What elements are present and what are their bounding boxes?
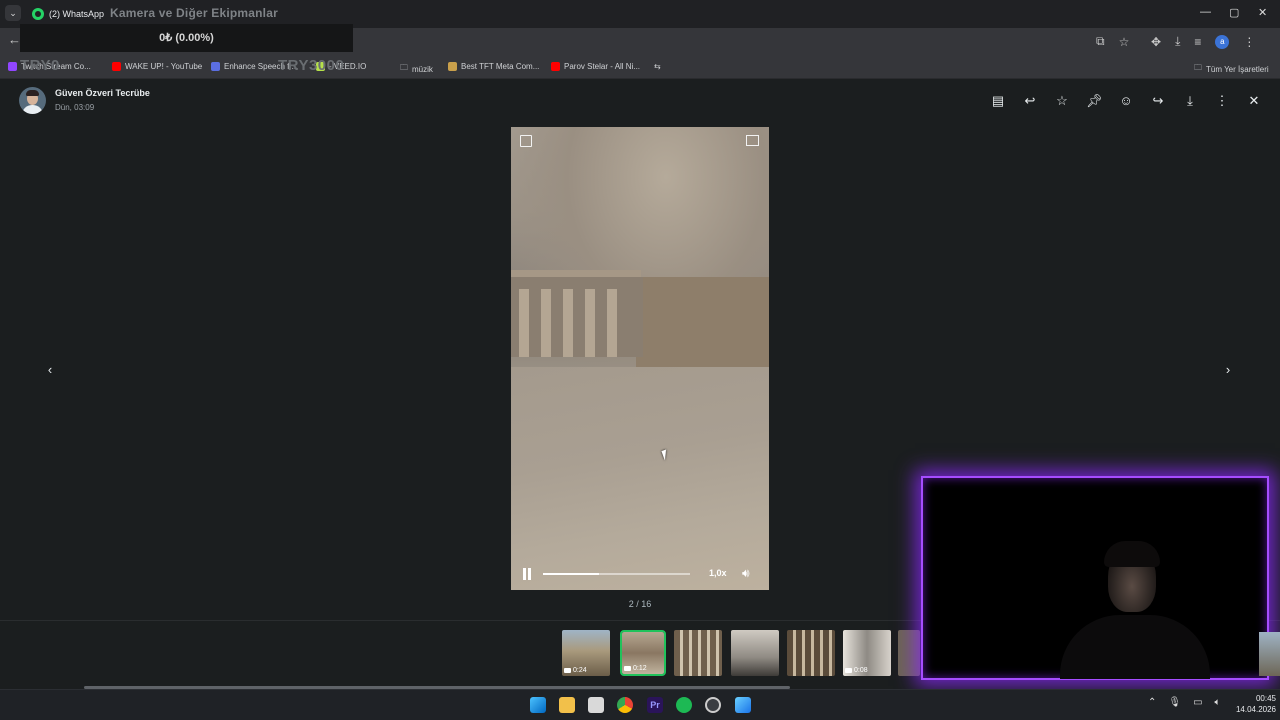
video-controls (511, 560, 769, 590)
stream-overlay-title: Kamera ve Diğer Ekipmanlar (110, 6, 278, 20)
forward-icon[interactable]: ↪ (1150, 93, 1166, 109)
window-close-button[interactable]: ✕ (1258, 6, 1267, 19)
media-thumbnail[interactable]: 0:08 (843, 630, 891, 676)
media-thumbnail[interactable] (898, 630, 920, 676)
youtube-icon (112, 62, 121, 71)
stream-overlay-mid: TRY3000 (278, 57, 345, 74)
store-icon[interactable] (588, 697, 604, 713)
bookmark-label: WAKE UP! - YouTube (125, 62, 203, 71)
toolbar-actions: ✥ ⤓ ≡ a ⋮ (1151, 34, 1255, 49)
tab-title: (2) WhatsApp (49, 9, 105, 19)
media-thumbnail[interactable] (787, 630, 835, 676)
media-counter: 2 / 16 (628, 599, 652, 609)
media-thumbnail[interactable] (731, 630, 779, 676)
premiere-icon[interactable]: Pr (647, 697, 663, 713)
tab-search-button[interactable]: ⌄ (5, 5, 21, 21)
obs-icon[interactable] (705, 697, 721, 713)
bookmark-star-icon[interactable]: ☆ (1119, 35, 1130, 49)
media-thumbnail[interactable] (1259, 632, 1280, 676)
youtube-icon (551, 62, 560, 71)
video-progress-bar[interactable] (543, 573, 690, 575)
all-bookmarks-folder[interactable]: 🗀 Tüm Yer İşaretleri (1194, 62, 1269, 76)
link-icon: ⇆ (654, 62, 661, 71)
bookmark-label: Tüm Yer İşaretleri (1206, 64, 1269, 74)
download-icon[interactable]: ⤓ (1182, 93, 1198, 109)
folder-icon: 🗀 (1194, 63, 1202, 72)
playback-speed-button[interactable]: 1,0x (709, 568, 727, 578)
network-icon[interactable]: ▭ (1193, 697, 1202, 708)
file-explorer-icon[interactable] (559, 697, 575, 713)
pause-button[interactable] (522, 568, 533, 580)
profile-avatar[interactable]: a (1215, 34, 1230, 49)
avatar[interactable] (19, 87, 46, 114)
sender-time: Dün, 03:09 (55, 103, 95, 112)
enhance-icon (211, 62, 220, 71)
clock-date[interactable]: 14.04.2026 (1226, 705, 1276, 714)
pin-icon[interactable]: 📌︎ (1086, 93, 1103, 109)
react-emoji-icon[interactable]: ☺ (1118, 93, 1134, 109)
bookmark-label: Best TFT Meta Com... (461, 62, 540, 71)
previous-media-button[interactable]: ‹ (41, 361, 59, 379)
bookmark-item[interactable]: ⇆ (654, 62, 661, 71)
fullscreen-icon[interactable] (520, 135, 532, 147)
system-tray: ⌃ 🎙︎ ▭ 🔈︎ (1148, 697, 1221, 708)
spotify-icon[interactable] (676, 697, 692, 713)
bookmark-label: müzik (412, 64, 433, 74)
whatsapp-icon (32, 8, 44, 20)
chrome-menu-icon[interactable]: ⋮ (1243, 35, 1255, 49)
media-thumbnail-selected[interactable]: 0:12 (620, 630, 666, 676)
stream-stat-overlay: 0₺ (0.00%) (20, 24, 353, 52)
media-controls-icon[interactable]: ≡ (1194, 35, 1201, 49)
microphone-icon[interactable]: 🎙︎ (1168, 697, 1181, 708)
windows-taskbar (0, 689, 1280, 720)
restore-button[interactable]: ▢ (1229, 6, 1239, 19)
sender-name: Güven Özveri Tecrübe (55, 88, 150, 98)
chevron-up-icon[interactable]: ⌃ (1148, 697, 1156, 708)
go-to-message-icon[interactable]: ▤ (990, 93, 1006, 109)
more-options-icon[interactable]: ⋮ (1214, 93, 1230, 109)
bookmark-item[interactable]: WAKE UP! - YouTube (112, 62, 202, 71)
extensions-icon[interactable]: ✥ (1151, 35, 1161, 49)
twitch-icon (8, 62, 17, 71)
video-progress-fill (543, 573, 599, 575)
bookmark-label: Parov Stelar - All Ni... (564, 62, 641, 71)
clock-time[interactable]: 00:45 (1236, 694, 1276, 703)
chrome-icon[interactable] (617, 697, 633, 713)
folder-icon: 🗀 (400, 63, 408, 72)
volume-icon[interactable]: 🔊︎ (742, 566, 750, 581)
app-icon[interactable] (735, 697, 751, 713)
address-bar-actions: ⧉ ☆ (1096, 34, 1129, 49)
speaker-icon[interactable]: 🔈︎ (1215, 697, 1221, 708)
downloads-icon[interactable]: ⤓ (1175, 34, 1180, 49)
install-app-icon[interactable]: ⧉ (1096, 34, 1105, 49)
video-player[interactable] (511, 127, 769, 590)
picture-in-picture-icon[interactable] (746, 135, 759, 146)
next-media-button[interactable]: › (1219, 361, 1237, 379)
minimize-button[interactable]: — (1200, 6, 1211, 18)
bookmark-item[interactable]: Best TFT Meta Com... (448, 62, 539, 71)
start-icon[interactable] (530, 697, 546, 713)
webcam-person-hair (1104, 541, 1160, 567)
bookmark-folder[interactable]: 🗀 müzik (400, 62, 433, 76)
bookmark-item[interactable]: Parov Stelar - All Ni... (551, 62, 640, 71)
tft-icon (448, 62, 457, 71)
star-icon[interactable]: ☆ (1054, 93, 1070, 109)
reply-icon[interactable]: ↩ (1022, 93, 1038, 109)
stream-overlay-left: TRY0 (20, 57, 60, 74)
media-thumbnail[interactable] (674, 630, 722, 676)
close-icon[interactable]: ✕ (1246, 93, 1262, 109)
media-thumbnail[interactable]: 0:24 (562, 630, 610, 676)
